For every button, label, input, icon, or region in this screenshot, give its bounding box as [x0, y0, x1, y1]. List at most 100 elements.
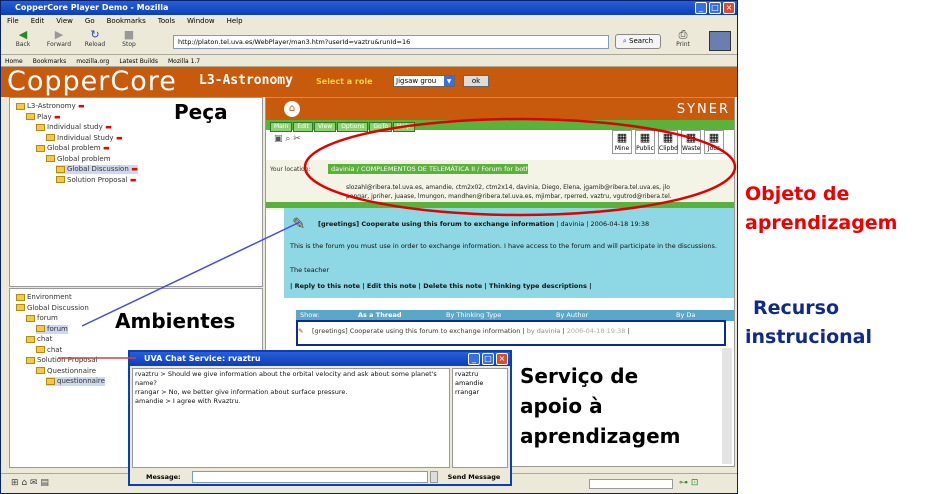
folder-mine-button[interactable]: ▦ Mine	[612, 130, 632, 154]
synergo-tab-edit[interactable]: Edit	[293, 122, 313, 132]
folder-icon	[36, 346, 45, 353]
tree-node[interactable]: forum	[36, 324, 68, 334]
location-label: Your location:	[270, 166, 311, 173]
post-action-link[interactable]: Delete this note	[423, 282, 482, 290]
url-field[interactable]: http://platon.tel.uva.es/WebPlayer/man3.…	[173, 35, 609, 49]
chat-user[interactable]: amandie	[455, 379, 505, 388]
menu-item-go[interactable]: Go	[85, 17, 95, 25]
maximize-button[interactable]: □	[709, 2, 721, 14]
synergo-tab-help[interactable]: Help	[393, 122, 415, 132]
tree-node[interactable]: chat	[26, 335, 52, 344]
synergo-tool-icons: ▣ ⌕ ✂	[274, 134, 301, 144]
tree-node[interactable]: Questionnaire	[36, 367, 96, 376]
bookmark-item[interactable]: Latest Builds	[119, 58, 158, 65]
thread-row[interactable]: ✎ [greetings] Cooperate using this forum…	[296, 325, 734, 338]
tree-node-label: Solution Proposal	[67, 175, 128, 184]
chat-minimize-button[interactable]: _	[468, 353, 480, 365]
folder-icon	[16, 102, 25, 110]
folder-icon	[46, 134, 55, 141]
reload-button[interactable]: ↻ Reload	[77, 28, 113, 49]
folder-clipbd-button[interactable]: ▦ Clipbd	[658, 130, 678, 154]
chat-maximize-button[interactable]: □	[482, 353, 494, 365]
menu-item-window[interactable]: Window	[187, 17, 215, 25]
ok-button[interactable]: ok	[463, 75, 489, 87]
tree-node[interactable]: chat	[36, 346, 62, 355]
course-title: L3-Astronomy	[199, 73, 293, 88]
folder-waste-button[interactable]: ▦ Waste	[681, 130, 701, 154]
chat-user[interactable]: rvaztru	[455, 370, 505, 379]
folder-jobs-button[interactable]: ▦ Jobs	[704, 130, 724, 154]
status-icons: ⊞ ⌂ ✉ ▤	[11, 478, 49, 488]
forward-button[interactable]: ▶ Forward	[41, 29, 77, 49]
tree-node[interactable]: questionnaire	[46, 377, 105, 386]
menu-item-bookmarks[interactable]: Bookmarks	[107, 17, 146, 25]
folder-label: Public	[636, 145, 654, 152]
thread-view-bar: Show: As a Thread By Thinking Type By Autho…	[296, 310, 734, 321]
post-action-link[interactable]: Reply to this note	[295, 282, 360, 290]
menu-item-tools[interactable]: Tools	[158, 17, 175, 25]
message-input[interactable]	[192, 471, 428, 483]
view-option[interactable]: By Da	[676, 310, 695, 321]
chat-message: rvaztru > Should we give information abo…	[135, 370, 437, 387]
tree-node[interactable]: Individual study ▬	[36, 123, 112, 132]
reload-icon: ↻	[90, 28, 100, 41]
search-button[interactable]: ⌕ Search	[615, 34, 661, 49]
post-signature: The teacher	[290, 266, 330, 274]
tree-node[interactable]: Global problem ▬	[36, 144, 110, 153]
vertical-scrollbar[interactable]	[722, 348, 732, 464]
view-option[interactable]: Show:	[300, 310, 319, 321]
synergo-tab-goto[interactable]: GoTo	[369, 122, 392, 132]
chat-user[interactable]: rrangar	[455, 388, 505, 397]
view-option[interactable]: By Thinking Type	[446, 310, 501, 321]
folder-label: Jobs	[707, 145, 721, 152]
back-button[interactable]: ◀ Back	[5, 29, 41, 49]
tree-node-label: questionnaire	[57, 377, 105, 385]
minimize-button[interactable]: _	[695, 2, 707, 14]
tree-node[interactable]: Global Discussion ▬	[56, 165, 138, 174]
members-line-1: slozahl@ribera.tel.uva.es, amandie, ctm2…	[346, 184, 670, 191]
tree-node-label: L3-Astronomy	[27, 102, 76, 110]
bookmark-item[interactable]: Home	[5, 58, 23, 65]
message-stepper[interactable]	[430, 471, 438, 483]
view-option[interactable]: By Author	[556, 310, 588, 321]
synergo-tab-main[interactable]: Main	[270, 122, 293, 132]
mozilla-logo	[709, 31, 731, 51]
tree-node[interactable]: L3-Astronomy ▬	[16, 102, 85, 111]
menu-item-file[interactable]: File	[7, 17, 19, 25]
tree-node[interactable]: Global problem	[46, 155, 111, 164]
menu-item-edit[interactable]: Edit	[31, 17, 45, 25]
search-icon: ⌕	[622, 37, 627, 45]
folder-icon	[26, 335, 35, 343]
tree-node[interactable]: Environment	[16, 293, 72, 302]
coppercore-logo: CopperCore	[7, 66, 177, 97]
view-option[interactable]: As a Thread	[358, 310, 402, 321]
status-marker: ▬	[51, 112, 61, 121]
tree-node[interactable]: Solution Proposal ▬	[56, 176, 137, 185]
close-button[interactable]: ×	[723, 2, 735, 14]
print-button[interactable]: ⎙ Print	[665, 29, 701, 49]
menu-item-help[interactable]: Help	[227, 17, 243, 25]
folder-public-button[interactable]: ▦ Public	[635, 130, 655, 154]
tree-node[interactable]: Solution Proposal	[26, 356, 97, 365]
folder-icon: ▦	[685, 131, 697, 144]
bookmark-item[interactable]: Mozilla 1.7	[168, 58, 200, 65]
menu-item-view[interactable]: View	[56, 17, 73, 25]
post-action-link[interactable]: Edit this note	[367, 282, 416, 290]
post-action-link[interactable]: Thinking type descriptions	[489, 282, 587, 290]
status-marker: ▬	[100, 144, 110, 152]
window-title: CopperCore Player Demo - Mozilla	[1, 1, 737, 15]
role-select[interactable]: Jigsaw grou ▼	[393, 75, 455, 87]
bookmark-item[interactable]: Bookmarks	[33, 58, 67, 65]
stop-button[interactable]: ■ Stop	[111, 29, 147, 49]
tree-node[interactable]: forum	[26, 314, 58, 323]
synergo-tab-options[interactable]: Options	[337, 122, 369, 132]
folder-icon	[16, 304, 25, 311]
tree-node[interactable]: Global Discussion	[16, 304, 89, 313]
folder-icon	[36, 123, 45, 131]
synergo-tab-view[interactable]: View	[313, 122, 337, 132]
tree-node[interactable]: Play ▬	[26, 113, 61, 122]
send-message-button[interactable]: Send Message	[442, 470, 506, 484]
tree-node[interactable]: Individual Study ▬	[46, 134, 123, 143]
bookmark-item[interactable]: mozilla.org	[76, 58, 109, 65]
chat-close-button[interactable]: ×	[496, 353, 508, 365]
